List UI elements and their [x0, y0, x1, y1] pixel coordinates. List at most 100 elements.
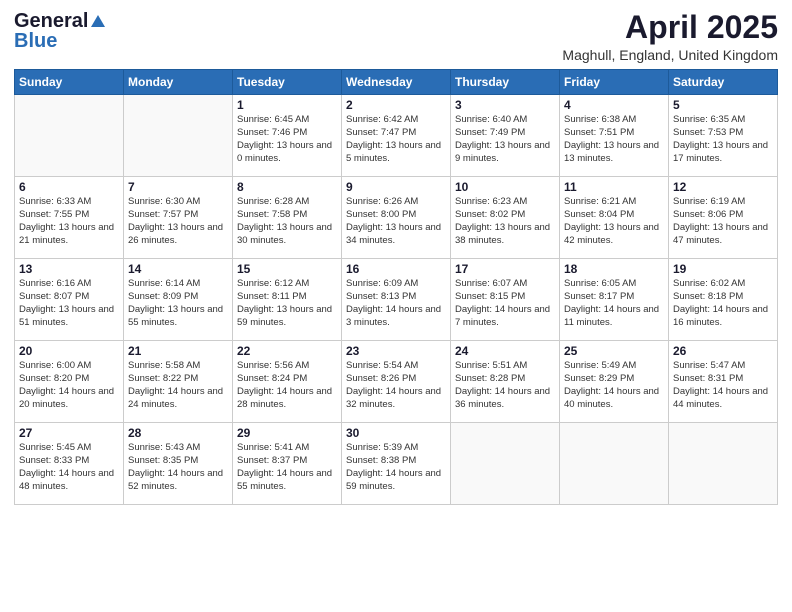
day-info: Sunrise: 5:39 AMSunset: 8:38 PMDaylight:…	[346, 442, 446, 493]
calendar-cell: 3 Sunrise: 6:40 AMSunset: 7:49 PMDaylight…	[451, 95, 560, 177]
day-number: 29	[237, 426, 337, 440]
calendar-cell: 8Sunrise: 6:28 AMSunset: 7:58 PMDaylight…	[233, 177, 342, 259]
page: General Blue April 2025 Maghull, England…	[0, 0, 792, 612]
day-info: Sunrise: 6:38 AMSunset: 7:51 PMDaylight:…	[564, 114, 664, 165]
header-sunday: Sunday	[15, 70, 124, 95]
logo-area: General Blue	[14, 10, 107, 52]
day-info: Sunrise: 6:09 AMSunset: 8:13 PMDaylight:…	[346, 278, 446, 329]
calendar-cell: 17Sunrise: 6:07 AMSunset: 8:15 PMDayligh…	[451, 259, 560, 341]
calendar-cell	[560, 423, 669, 505]
calendar-cell	[124, 95, 233, 177]
day-info: Sunrise: 6:07 AMSunset: 8:15 PMDaylight:…	[455, 278, 555, 329]
day-info: Sunrise: 5:58 AMSunset: 8:22 PMDaylight:…	[128, 360, 228, 411]
day-info: Sunrise: 5:56 AMSunset: 8:24 PMDaylight:…	[237, 360, 337, 411]
calendar-cell: 12Sunrise: 6:19 AMSunset: 8:06 PMDayligh…	[669, 177, 778, 259]
header-friday: Friday	[560, 70, 669, 95]
calendar-cell: 27 Sunrise: 5:45 AMSunset: 8:33 PMDayligh…	[15, 423, 124, 505]
day-info: Sunrise: 6:16 AMSunset: 8:07 PMDaylight:…	[19, 278, 119, 329]
day-number: 3	[455, 98, 555, 112]
day-number: 9	[346, 180, 446, 194]
day-number: 14	[128, 262, 228, 276]
day-info: Sunrise: 6:23 AMSunset: 8:02 PMDaylight:…	[455, 196, 555, 247]
header-thursday: Thursday	[451, 70, 560, 95]
calendar-cell: 21 Sunrise: 5:58 AMSunset: 8:22 PMDayligh…	[124, 341, 233, 423]
calendar-header: Sunday Monday Tuesday Wednesday Thursday…	[15, 70, 778, 95]
day-number: 2	[346, 98, 446, 112]
calendar-cell: 22 Sunrise: 5:56 AMSunset: 8:24 PMDayligh…	[233, 341, 342, 423]
day-number: 18	[564, 262, 664, 276]
day-info: Sunrise: 6:26 AMSunset: 8:00 PMDaylight:…	[346, 196, 446, 247]
day-info: Sunrise: 5:45 AMSunset: 8:33 PMDaylight:…	[19, 442, 119, 493]
calendar-cell	[451, 423, 560, 505]
calendar-body: 1 Sunrise: 6:45 AMSunset: 7:46 PMDaylight…	[15, 95, 778, 505]
day-info: Sunrise: 6:02 AMSunset: 8:18 PMDaylight:…	[673, 278, 773, 329]
calendar-cell	[669, 423, 778, 505]
logo-icon	[89, 13, 107, 31]
day-number: 15	[237, 262, 337, 276]
day-number: 26	[673, 344, 773, 358]
calendar-cell: 15Sunrise: 6:12 AMSunset: 8:11 PMDayligh…	[233, 259, 342, 341]
calendar-cell: 19 Sunrise: 6:02 AMSunset: 8:18 PMDayligh…	[669, 259, 778, 341]
calendar-cell: 10 Sunrise: 6:23 AMSunset: 8:02 PMDayligh…	[451, 177, 560, 259]
day-info: Sunrise: 6:19 AMSunset: 8:06 PMDaylight:…	[673, 196, 773, 247]
month-title: April 2025	[562, 10, 778, 45]
calendar-cell: 9 Sunrise: 6:26 AMSunset: 8:00 PMDaylight…	[342, 177, 451, 259]
calendar-week-1: 1 Sunrise: 6:45 AMSunset: 7:46 PMDaylight…	[15, 95, 778, 177]
day-number: 6	[19, 180, 119, 194]
calendar-cell: 16 Sunrise: 6:09 AMSunset: 8:13 PMDayligh…	[342, 259, 451, 341]
header-tuesday: Tuesday	[233, 70, 342, 95]
logo: General Blue	[14, 10, 107, 52]
calendar-cell: 14 Sunrise: 6:14 AMSunset: 8:09 PMDayligh…	[124, 259, 233, 341]
day-info: Sunrise: 5:41 AMSunset: 8:37 PMDaylight:…	[237, 442, 337, 493]
day-number: 19	[673, 262, 773, 276]
day-number: 16	[346, 262, 446, 276]
header-saturday: Saturday	[669, 70, 778, 95]
calendar-week-4: 20 Sunrise: 6:00 AMSunset: 8:20 PMDayligh…	[15, 341, 778, 423]
day-info: Sunrise: 6:00 AMSunset: 8:20 PMDaylight:…	[19, 360, 119, 411]
header-row: Sunday Monday Tuesday Wednesday Thursday…	[15, 70, 778, 95]
calendar-cell: 30 Sunrise: 5:39 AMSunset: 8:38 PMDayligh…	[342, 423, 451, 505]
calendar-week-3: 13Sunrise: 6:16 AMSunset: 8:07 PMDayligh…	[15, 259, 778, 341]
calendar-cell: 18 Sunrise: 6:05 AMSunset: 8:17 PMDayligh…	[560, 259, 669, 341]
day-number: 1	[237, 98, 337, 112]
day-number: 30	[346, 426, 446, 440]
location: Maghull, England, United Kingdom	[562, 47, 778, 63]
day-number: 21	[128, 344, 228, 358]
header-monday: Monday	[124, 70, 233, 95]
day-number: 27	[19, 426, 119, 440]
day-number: 20	[19, 344, 119, 358]
day-number: 22	[237, 344, 337, 358]
day-info: Sunrise: 6:14 AMSunset: 8:09 PMDaylight:…	[128, 278, 228, 329]
calendar-cell: 1 Sunrise: 6:45 AMSunset: 7:46 PMDaylight…	[233, 95, 342, 177]
day-info: Sunrise: 6:45 AMSunset: 7:46 PMDaylight:…	[237, 114, 337, 165]
calendar-cell: 26Sunrise: 5:47 AMSunset: 8:31 PMDayligh…	[669, 341, 778, 423]
day-number: 4	[564, 98, 664, 112]
logo-general-text: General	[14, 10, 88, 32]
calendar-cell: 24Sunrise: 5:51 AMSunset: 8:28 PMDayligh…	[451, 341, 560, 423]
calendar-cell: 25Sunrise: 5:49 AMSunset: 8:29 PMDayligh…	[560, 341, 669, 423]
calendar-cell: 2 Sunrise: 6:42 AMSunset: 7:47 PMDaylight…	[342, 95, 451, 177]
calendar-cell: 29 Sunrise: 5:41 AMSunset: 8:37 PMDayligh…	[233, 423, 342, 505]
day-number: 7	[128, 180, 228, 194]
day-number: 11	[564, 180, 664, 194]
logo-blue-text: Blue	[14, 30, 57, 52]
calendar-cell: 23Sunrise: 5:54 AMSunset: 8:26 PMDayligh…	[342, 341, 451, 423]
day-number: 10	[455, 180, 555, 194]
day-info: Sunrise: 6:33 AMSunset: 7:55 PMDaylight:…	[19, 196, 119, 247]
header: General Blue April 2025 Maghull, England…	[14, 10, 778, 63]
calendar-cell: 5Sunrise: 6:35 AMSunset: 7:53 PMDaylight…	[669, 95, 778, 177]
day-info: Sunrise: 6:40 AMSunset: 7:49 PMDaylight:…	[455, 114, 555, 165]
day-info: Sunrise: 6:30 AMSunset: 7:57 PMDaylight:…	[128, 196, 228, 247]
day-info: Sunrise: 5:54 AMSunset: 8:26 PMDaylight:…	[346, 360, 446, 411]
calendar-cell: 6 Sunrise: 6:33 AMSunset: 7:55 PMDaylight…	[15, 177, 124, 259]
header-wednesday: Wednesday	[342, 70, 451, 95]
calendar-table: Sunday Monday Tuesday Wednesday Thursday…	[14, 69, 778, 505]
day-info: Sunrise: 5:43 AMSunset: 8:35 PMDaylight:…	[128, 442, 228, 493]
day-info: Sunrise: 6:42 AMSunset: 7:47 PMDaylight:…	[346, 114, 446, 165]
calendar-cell: 4 Sunrise: 6:38 AMSunset: 7:51 PMDaylight…	[560, 95, 669, 177]
day-info: Sunrise: 6:05 AMSunset: 8:17 PMDaylight:…	[564, 278, 664, 329]
calendar-cell: 28Sunrise: 5:43 AMSunset: 8:35 PMDayligh…	[124, 423, 233, 505]
calendar-cell	[15, 95, 124, 177]
calendar-week-2: 6 Sunrise: 6:33 AMSunset: 7:55 PMDaylight…	[15, 177, 778, 259]
calendar-cell: 7 Sunrise: 6:30 AMSunset: 7:57 PMDaylight…	[124, 177, 233, 259]
